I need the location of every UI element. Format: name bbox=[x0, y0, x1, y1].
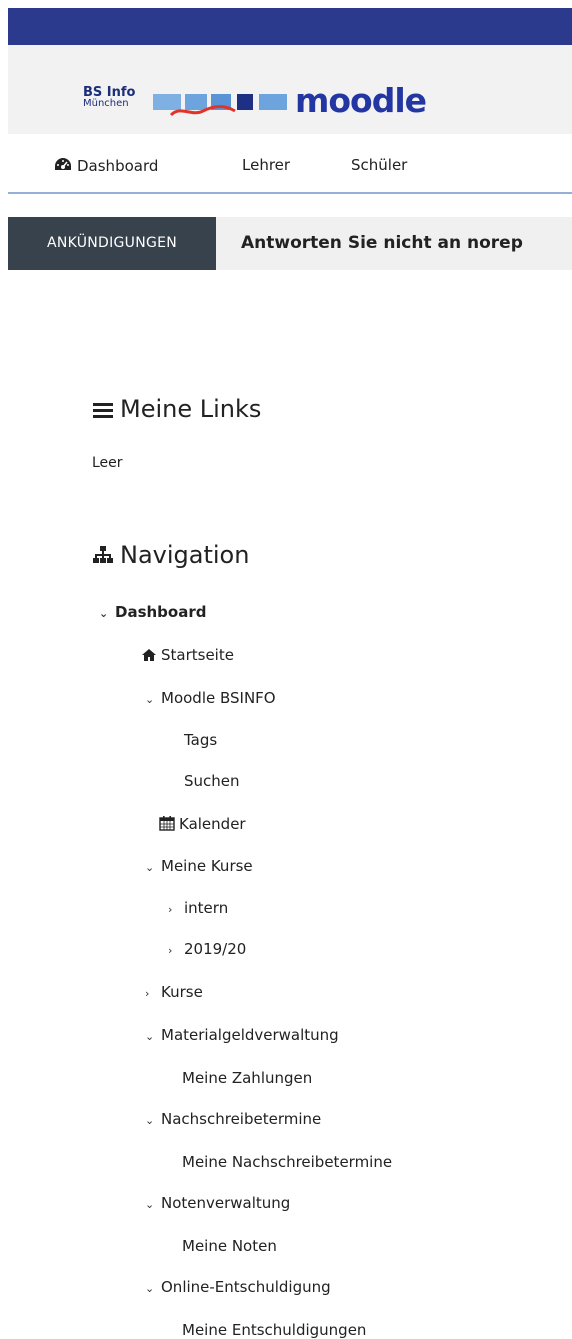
tree-label: Online-Entschuldigung bbox=[161, 1278, 331, 1296]
nav-dashboard-label: Dashboard bbox=[77, 157, 159, 175]
tree-kalender[interactable]: Kalender bbox=[159, 815, 246, 833]
sitemap-icon bbox=[93, 546, 113, 563]
tree-label: Moodle BSINFO bbox=[161, 689, 276, 707]
chevron-down-icon: ⌄ bbox=[145, 1282, 155, 1295]
chevron-right-icon: › bbox=[168, 944, 173, 957]
chevron-down-icon: ⌄ bbox=[145, 861, 155, 874]
tree-label: Startseite bbox=[161, 646, 234, 664]
site-logo[interactable]: BS Info München moodle bbox=[83, 81, 443, 125]
logo-line2: München bbox=[83, 98, 129, 109]
home-icon bbox=[142, 649, 156, 661]
links-empty-text: Leer bbox=[92, 455, 123, 471]
tree-dashboard[interactable]: ⌄ Dashboard bbox=[99, 603, 206, 621]
tree-label: intern bbox=[184, 899, 229, 917]
tree-label: Nachschreibetermine bbox=[161, 1110, 322, 1128]
tree-meine-kurse[interactable]: ⌄ Meine Kurse bbox=[145, 857, 253, 875]
logo-swoosh bbox=[169, 105, 236, 117]
tree-intern[interactable]: › intern bbox=[168, 899, 228, 917]
tree-materialgeldverwaltung[interactable]: ⌄ Materialgeldverwaltung bbox=[145, 1026, 339, 1044]
block-title-navigation: Navigation bbox=[92, 541, 249, 569]
announcement-label[interactable]: ANKÜNDIGUNGEN bbox=[8, 217, 216, 270]
chevron-down-icon: ⌄ bbox=[145, 1198, 155, 1211]
tree-online-entschuldigung[interactable]: ⌄ Online-Entschuldigung bbox=[145, 1278, 331, 1296]
chevron-down-icon: ⌄ bbox=[145, 693, 155, 706]
tree-label: Kalender bbox=[179, 815, 246, 833]
tree-meine-nachschreibetermine[interactable]: Meine Nachschreibetermine bbox=[182, 1153, 392, 1171]
tree-label: Meine Kurse bbox=[161, 857, 253, 875]
calendar-icon bbox=[159, 816, 175, 831]
announcement-bar: ANKÜNDIGUNGEN Antworten Sie nicht an nor… bbox=[8, 217, 572, 270]
chevron-down-icon: ⌄ bbox=[145, 1030, 155, 1043]
tree-label: Kurse bbox=[161, 983, 203, 1001]
chevron-down-icon: ⌄ bbox=[99, 607, 109, 620]
navigation-title: Navigation bbox=[120, 541, 250, 569]
links-title: Meine Links bbox=[120, 395, 262, 423]
tree-moodle-bsinfo[interactable]: ⌄ Moodle BSINFO bbox=[145, 689, 276, 707]
tree-nachschreibetermine[interactable]: ⌄ Nachschreibetermine bbox=[145, 1110, 321, 1128]
nav-lehrer[interactable]: Lehrer bbox=[242, 156, 290, 174]
chevron-right-icon: › bbox=[145, 987, 150, 1000]
tree-tags[interactable]: Tags bbox=[184, 731, 217, 749]
tree-notenverwaltung[interactable]: ⌄ Notenverwaltung bbox=[145, 1194, 290, 1212]
top-bar bbox=[8, 8, 572, 45]
tree-label: Dashboard bbox=[115, 603, 207, 621]
logo-square bbox=[259, 94, 287, 110]
nav-dashboard[interactable]: Dashboard bbox=[53, 156, 158, 175]
tree-meine-noten[interactable]: Meine Noten bbox=[182, 1237, 277, 1255]
chevron-down-icon: ⌄ bbox=[145, 1114, 155, 1127]
tree-meine-zahlungen[interactable]: Meine Zahlungen bbox=[182, 1069, 312, 1087]
tree-label: 2019/20 bbox=[184, 940, 247, 958]
tree-startseite[interactable]: Startseite bbox=[141, 646, 234, 664]
tree-kurse[interactable]: › Kurse bbox=[145, 983, 203, 1001]
dashboard-icon bbox=[55, 158, 71, 170]
tree-suchen[interactable]: Suchen bbox=[184, 772, 240, 790]
logo-word: moodle bbox=[295, 81, 427, 120]
block-title-links: Meine Links bbox=[92, 395, 261, 423]
tree-2019-20[interactable]: › 2019/20 bbox=[168, 940, 246, 958]
chevron-right-icon: › bbox=[168, 903, 173, 916]
hamburger-icon bbox=[93, 403, 113, 418]
tree-meine-entschuldigungen[interactable]: Meine Entschuldigungen bbox=[182, 1321, 366, 1339]
tree-label: Materialgeldverwaltung bbox=[161, 1026, 339, 1044]
logo-square bbox=[237, 94, 253, 110]
main-nav: Dashboard Lehrer Schüler bbox=[8, 134, 572, 194]
announcement-message[interactable]: Antworten Sie nicht an norep bbox=[241, 217, 523, 270]
nav-schueler[interactable]: Schüler bbox=[351, 156, 407, 174]
tree-label: Notenverwaltung bbox=[161, 1194, 291, 1212]
